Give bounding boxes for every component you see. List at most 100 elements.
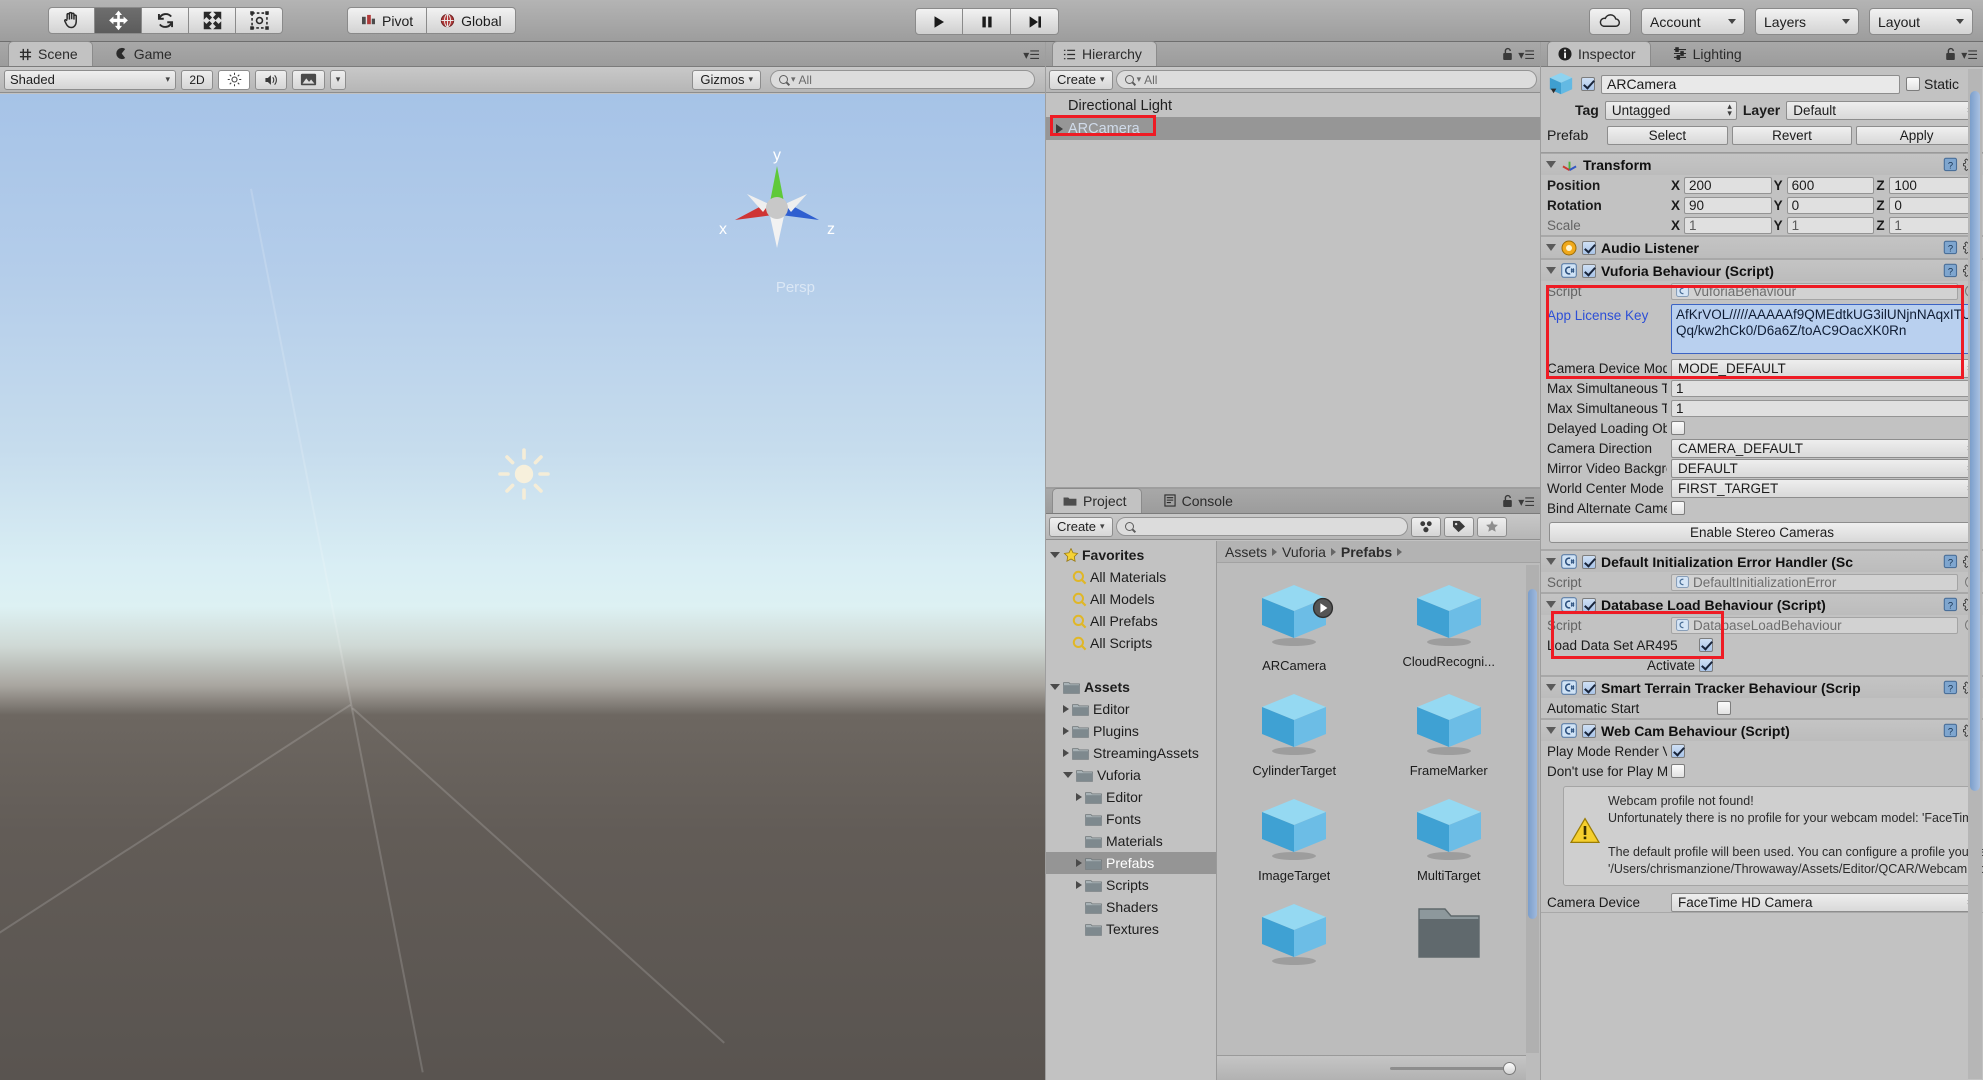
expand-arrow-icon[interactable] (1076, 881, 1082, 889)
hierarchy-item-arcamera[interactable]: ARCamera (1046, 117, 1540, 140)
tag-dropdown[interactable]: Untagged ▴ ▾ (1604, 100, 1737, 120)
component-header-audio-listener[interactable]: Audio Listener? (1541, 236, 1983, 258)
script-object-field[interactable]: VuforiaBehaviour (1671, 282, 1958, 300)
component-enabled-checkbox[interactable] (1582, 240, 1596, 255)
project-tree-item-scripts[interactable]: Scripts (1046, 874, 1216, 896)
rotation-x-input[interactable]: 90 (1684, 196, 1772, 214)
position-z-input[interactable]: 100 (1889, 176, 1978, 194)
asset-zoom-slider[interactable] (1217, 1055, 1526, 1080)
asset-item-imagetarget[interactable]: ImageTarget (1217, 794, 1372, 883)
world-center-mode-dropdown[interactable]: FIRST_TARGET▴▾ (1671, 478, 1977, 498)
component-header-vuforia-behaviour[interactable]: Vuforia Behaviour (Script)? (1541, 259, 1983, 281)
move-tool-button[interactable] (95, 7, 142, 34)
pause-button[interactable] (963, 8, 1011, 35)
camera-direction-dropdown[interactable]: CAMERA_DEFAULT▴▾ (1671, 438, 1977, 458)
expand-arrow-icon[interactable] (1056, 123, 1063, 134)
rotation-z-input[interactable]: 0 (1889, 196, 1978, 214)
scale-z-input[interactable]: 1 (1889, 216, 1978, 234)
hierarchy-create-button[interactable]: Create ▾ (1049, 69, 1113, 90)
tab-game[interactable]: Game (105, 41, 186, 66)
collapse-arrow-icon[interactable] (1546, 267, 1556, 274)
project-tree-item-all-scripts[interactable]: All Scripts (1046, 632, 1216, 654)
scale-tool-button[interactable] (189, 7, 236, 34)
asset-scrollbar[interactable] (1526, 565, 1539, 1053)
scene-search-input[interactable]: ▾ All (770, 70, 1035, 89)
directional-light-gizmo[interactable] (497, 447, 551, 501)
tab-project[interactable]: Project (1052, 488, 1142, 513)
cloud-button[interactable] (1589, 8, 1631, 35)
scene-lighting-button[interactable] (218, 69, 250, 90)
scene-axis-gizmo[interactable]: y x z (707, 136, 847, 276)
activate-checkbox[interactable] (1699, 658, 1713, 672)
collapse-arrow-icon[interactable] (1546, 244, 1556, 251)
breadcrumb-item[interactable]: Assets (1225, 544, 1267, 560)
project-tree-item-all-models[interactable]: All Models (1046, 588, 1216, 610)
script-object-field[interactable]: DatabaseLoadBehaviour (1671, 616, 1958, 634)
layers-dropdown[interactable]: Layers (1755, 8, 1859, 35)
collapse-arrow-icon[interactable] (1546, 727, 1556, 734)
collapse-arrow-icon[interactable] (1546, 684, 1556, 691)
max-simultaneous-tra-input[interactable]: 1 (1671, 399, 1977, 417)
pivot-toggle-button[interactable]: Pivot (347, 7, 428, 34)
hand-tool-button[interactable] (48, 7, 95, 34)
zoom-slider-knob[interactable] (1503, 1061, 1516, 1075)
asset-item-cylindertarget[interactable]: CylinderTarget (1217, 689, 1372, 778)
lock-icon[interactable] (1501, 494, 1514, 508)
don-t-use-for-play-mod-checkbox[interactable] (1671, 764, 1685, 778)
prefab-select-button[interactable]: Select (1607, 125, 1728, 145)
lock-icon[interactable] (1944, 47, 1957, 61)
max-simultaneous-tra-input[interactable]: 1 (1671, 379, 1977, 397)
hierarchy-panel-menu-icon[interactable]: ▾☰ (1518, 48, 1535, 62)
help-icon[interactable]: ? (1943, 597, 1958, 612)
rotate-tool-button[interactable] (142, 7, 189, 34)
project-search-input[interactable] (1115, 517, 1408, 536)
app-license-key-input[interactable]: AfKrVOL/////AAAAAf9QMEdtkUG3ilUNjnNAqxIT… (1671, 304, 1977, 354)
component-enabled-checkbox[interactable] (1582, 554, 1596, 569)
component-header-database-load-behaviour[interactable]: Database Load Behaviour (Script)? (1541, 593, 1983, 615)
object-enabled-checkbox[interactable] (1581, 77, 1595, 91)
collapse-arrow-icon[interactable] (1050, 552, 1060, 558)
project-tree-item-streamingassets[interactable]: StreamingAssets (1046, 742, 1216, 764)
camera-device-dropdown[interactable]: FaceTime HD Camera▴▾ (1671, 892, 1977, 912)
project-tree-item-shaders[interactable]: Shaders (1046, 896, 1216, 918)
toggle-2d-button[interactable]: 2D (181, 69, 213, 90)
component-header-web-cam-behaviour[interactable]: Web Cam Behaviour (Script)? (1541, 719, 1983, 741)
tab-lighting[interactable]: Lighting (1663, 41, 1756, 66)
component-header-smart-terrain-tracker[interactable]: Smart Terrain Tracker Behaviour (Scrip? (1541, 676, 1983, 698)
script-object-field[interactable]: DefaultInitializationError (1671, 573, 1958, 591)
asset-item[interactable] (1217, 899, 1372, 973)
scene-fx-button[interactable] (292, 69, 325, 90)
project-tree-item-plugins[interactable]: Plugins (1046, 720, 1216, 742)
scene-fx-dropdown[interactable]: ▾ (330, 69, 346, 90)
tab-scene[interactable]: Scene (8, 41, 93, 66)
position-x-input[interactable]: 200 (1684, 176, 1772, 194)
asset-item-arcamera[interactable]: ARCamera (1217, 580, 1372, 673)
component-header-default-init-error-handler[interactable]: Default Initialization Error Handler (Sc… (1541, 550, 1983, 572)
expand-arrow-icon[interactable] (1063, 727, 1069, 735)
play-mode-render-vide-checkbox[interactable] (1671, 744, 1685, 758)
collapse-arrow-icon[interactable] (1546, 558, 1556, 565)
delayed-loading-obje-checkbox[interactable] (1671, 421, 1685, 435)
expand-arrow-icon[interactable] (1076, 859, 1082, 867)
hierarchy-search-input[interactable]: ▾ All (1115, 70, 1537, 89)
draw-mode-dropdown[interactable]: Shaded ▾ (4, 69, 176, 90)
prefab-revert-button[interactable]: Revert (1731, 125, 1853, 145)
play-button[interactable] (915, 8, 963, 35)
tab-inspector[interactable]: Inspector (1547, 41, 1651, 66)
automatic-start-checkbox[interactable] (1717, 701, 1731, 715)
enable-stereo-cameras-button[interactable]: Enable Stereo Cameras (1549, 522, 1975, 543)
layer-dropdown[interactable]: Default ▴▾ (1786, 100, 1977, 120)
component-enabled-checkbox[interactable] (1582, 263, 1596, 278)
help-icon[interactable]: ? (1943, 680, 1958, 695)
scene-panel-menu-icon[interactable]: ▾☰ (1023, 48, 1040, 62)
project-tree-item-assets[interactable]: Assets (1046, 676, 1216, 698)
step-button[interactable] (1011, 8, 1059, 35)
tab-hierarchy[interactable]: Hierarchy (1052, 41, 1157, 66)
scene-viewport[interactable]: y x z Persp (0, 94, 1045, 1080)
load-data-set-ar495-checkbox[interactable] (1699, 638, 1713, 652)
static-checkbox[interactable] (1905, 77, 1920, 91)
help-icon[interactable]: ? (1943, 554, 1958, 569)
rect-tool-button[interactable] (236, 7, 283, 34)
asset-item-multitarget[interactable]: MultiTarget (1372, 794, 1527, 883)
scale-x-input[interactable]: 1 (1684, 216, 1772, 234)
